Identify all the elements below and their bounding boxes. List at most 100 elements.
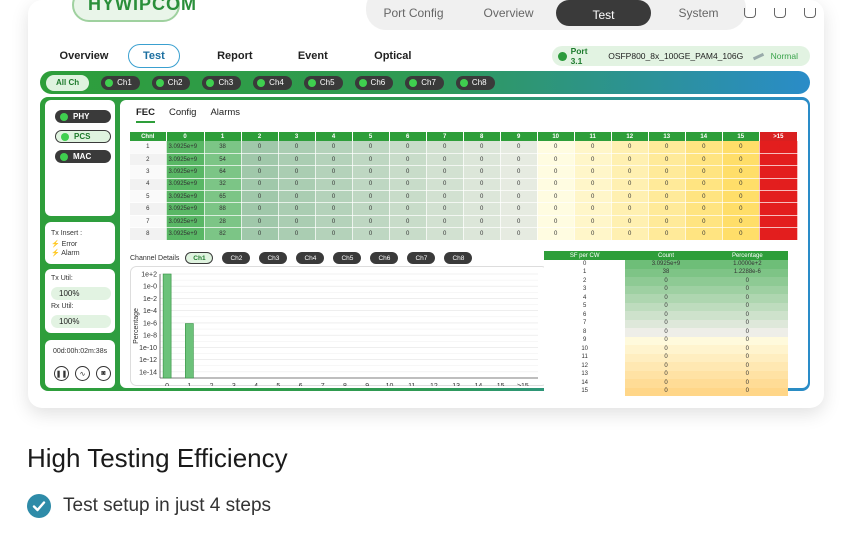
fec-cell: 0: [537, 227, 575, 241]
channel-label: Ch5: [319, 78, 335, 87]
channel-button-ch8[interactable]: Ch8: [455, 75, 495, 90]
pulse-icon[interactable]: ∿: [75, 366, 90, 381]
fec-cell: 0: [685, 227, 723, 241]
table-row: 500: [544, 302, 788, 311]
fec-cell: 0: [241, 178, 279, 192]
table-row: 7 3.0925e+9 28 0 0 0 0 0 0 0 0 0 0 0 0 0 0 0: [130, 215, 799, 229]
x-tick-label: 3: [232, 383, 236, 386]
insert-alarm[interactable]: ⚡ Alarm: [51, 249, 80, 257]
fec-cell: 0: [241, 202, 279, 216]
detail-channel-ch2[interactable]: Ch2: [222, 252, 251, 264]
table-row: 12 0 0: [544, 362, 788, 371]
fec-cell: 0: [574, 178, 612, 192]
sf-cell: 0: [706, 319, 788, 328]
sf-cell: 0: [625, 336, 707, 345]
channel-button-ch7[interactable]: Ch7: [405, 75, 444, 90]
channel-button-ch1[interactable]: Ch1: [101, 75, 140, 90]
fec-cell: 0: [648, 141, 686, 154]
table-row: 11 0 0: [544, 353, 788, 362]
status-led-icon: [60, 152, 68, 161]
channel-button-ch5[interactable]: Ch5: [303, 75, 343, 90]
tab-event[interactable]: Event: [276, 50, 350, 62]
fec-cell: 0: [574, 190, 612, 204]
rx-util-value: 100%: [51, 315, 111, 328]
left-column: PHY PCS MAC Tx Insert : ⚡ Error ⚡ Alarm Tx…: [43, 100, 115, 388]
status-led-icon: [307, 78, 316, 87]
y-tick-label: 1e-4: [143, 308, 157, 315]
x-tick-label: 8: [343, 383, 347, 386]
fec-cell: 0: [315, 165, 353, 179]
top-icons: [744, 8, 816, 18]
fec-cell: 0: [648, 190, 686, 204]
fec-header-cell: 1: [204, 132, 242, 141]
table-row: 8 3.0925e+9 82 0 0 0 0 0 0 0 0 0 0 0 0 0 0 0: [130, 227, 799, 241]
layer-box: PHY PCS MAC: [45, 100, 115, 216]
camera-icon[interactable]: ◙: [96, 366, 111, 381]
top-nav-item[interactable]: Overview: [461, 6, 556, 20]
histogram-bar: [185, 323, 194, 379]
port-state: Normal: [770, 51, 798, 61]
layer-button-mac[interactable]: MAC: [55, 150, 111, 163]
fec-cell: 0: [648, 165, 686, 179]
detail-channel-ch7[interactable]: Ch7: [407, 252, 436, 264]
sub-tabs: FEC Config Alarms: [136, 107, 254, 123]
fec-header-cell: 7: [426, 132, 464, 141]
fec-cell: 0: [352, 190, 390, 204]
histogram-bar: [162, 273, 172, 379]
status-led-icon: [358, 78, 367, 87]
channel-label: Ch3: [218, 78, 234, 87]
all-channels-button[interactable]: All Ch: [46, 74, 90, 91]
top-nav: Port Config Overview Test System: [366, 0, 746, 30]
fec-cell: 0: [574, 227, 612, 241]
sf-cell: 1.2288e-6: [706, 268, 788, 277]
fec-header-cell: 5: [352, 132, 390, 141]
channel-button-ch4[interactable]: Ch4: [253, 75, 292, 90]
tx-insert-label: Tx Insert :: [51, 230, 83, 237]
x-tick-label: 9: [365, 383, 369, 386]
sf-cell: 5: [544, 302, 626, 311]
detail-channel-ch6[interactable]: Ch6: [370, 252, 399, 264]
window-icon[interactable]: [744, 8, 756, 18]
fec-cell: 0: [278, 227, 316, 241]
fec-cell: 0: [574, 153, 612, 167]
tab-test[interactable]: Test: [128, 44, 180, 68]
layer-button-phy[interactable]: PHY: [55, 110, 111, 123]
fec-header-cell: 10: [537, 132, 575, 141]
tab-overview[interactable]: Overview: [40, 50, 128, 62]
insert-error[interactable]: ⚡ Error: [51, 240, 77, 248]
fec-cell: 5: [130, 190, 167, 204]
sf-header-cell: Percentage: [706, 251, 788, 260]
subtab-fec[interactable]: FEC: [136, 107, 155, 123]
fec-cell: 0: [352, 227, 390, 241]
fec-cell: 0: [352, 141, 390, 154]
edit-icon[interactable]: [753, 52, 765, 60]
detail-channel-ch4[interactable]: Ch4: [296, 252, 325, 264]
detail-channel-ch1[interactable]: Ch1: [185, 252, 214, 264]
detail-channel-ch8[interactable]: Ch8: [444, 252, 473, 264]
tab-report[interactable]: Report: [194, 50, 276, 62]
fec-cell: 0: [537, 215, 575, 229]
top-nav-item[interactable]: System: [651, 6, 746, 20]
detail-channel-ch5[interactable]: Ch5: [333, 252, 362, 264]
fec-cell: 0: [722, 190, 760, 204]
fec-cell: 0: [389, 153, 427, 167]
top-nav-item[interactable]: Port Config: [366, 6, 461, 20]
fec-cell: 0: [315, 141, 353, 154]
table-row: 900: [544, 336, 788, 345]
sf-cell: 15: [544, 387, 626, 396]
detail-channel-ch3[interactable]: Ch3: [259, 252, 288, 264]
fec-cell: 3.0925e+9: [166, 178, 205, 192]
pause-icon[interactable]: ❚❚: [54, 366, 69, 381]
top-nav-item[interactable]: Test: [556, 0, 651, 26]
subtab-config[interactable]: Config: [169, 107, 196, 123]
save-icon[interactable]: [774, 8, 786, 18]
channel-button-ch6[interactable]: Ch6: [354, 75, 394, 90]
channel-button-ch2[interactable]: Ch2: [151, 75, 191, 90]
sf-cell: 0: [625, 277, 707, 286]
tab-optical[interactable]: Optical: [350, 50, 436, 62]
layer-button-pcs[interactable]: PCS: [55, 130, 111, 143]
subtab-alarms[interactable]: Alarms: [210, 107, 240, 123]
channel-button-ch3[interactable]: Ch3: [202, 75, 242, 90]
fec-cell: 0: [537, 190, 575, 204]
settings-icon[interactable]: [804, 8, 816, 18]
